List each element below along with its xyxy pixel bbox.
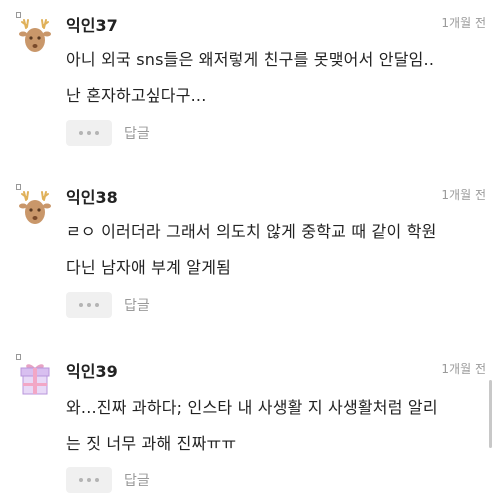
reply-button[interactable]: 답글 (124, 470, 150, 490)
comment-text: ㄹㅇ 이러더라 그래서 의도치 않게 중학교 때 같이 학원 다닌 남자애 부계… (66, 222, 437, 277)
comment-text: 아니 외국 sns들은 왜저렇게 친구를 못맺어서 안달임.. 난 혼자하고싶다… (66, 50, 435, 105)
reply-button[interactable]: 답글 (124, 295, 150, 315)
comment-author[interactable]: 익인38 (66, 184, 118, 208)
dot-icon (95, 131, 99, 135)
comment-text: 와...진짜 과하다; 인스타 내 사생활 지 사생활처럼 알리 는 짓 너무 … (66, 398, 438, 453)
comment-author[interactable]: 익인39 (66, 358, 118, 382)
dot-icon (79, 131, 83, 135)
more-options-button[interactable] (66, 120, 112, 146)
dot-icon (79, 478, 83, 482)
reindeer-icon (14, 188, 56, 230)
reply-button[interactable]: 답글 (124, 123, 150, 143)
comment-time: 1개월 전 (441, 188, 486, 202)
dot-icon (87, 303, 91, 307)
more-options-button[interactable] (66, 467, 112, 493)
dot-icon (95, 478, 99, 482)
comment-time: 1개월 전 (441, 16, 486, 30)
dot-icon (79, 303, 83, 307)
comment-author[interactable]: 익인37 (66, 12, 118, 36)
dot-icon (95, 303, 99, 307)
more-options-button[interactable] (66, 292, 112, 318)
comment-time: 1개월 전 (441, 362, 486, 376)
dot-icon (87, 478, 91, 482)
reindeer-icon (14, 16, 56, 58)
dot-icon (87, 131, 91, 135)
gift-box-icon (14, 358, 56, 400)
scrollbar-thumb[interactable] (489, 380, 492, 448)
